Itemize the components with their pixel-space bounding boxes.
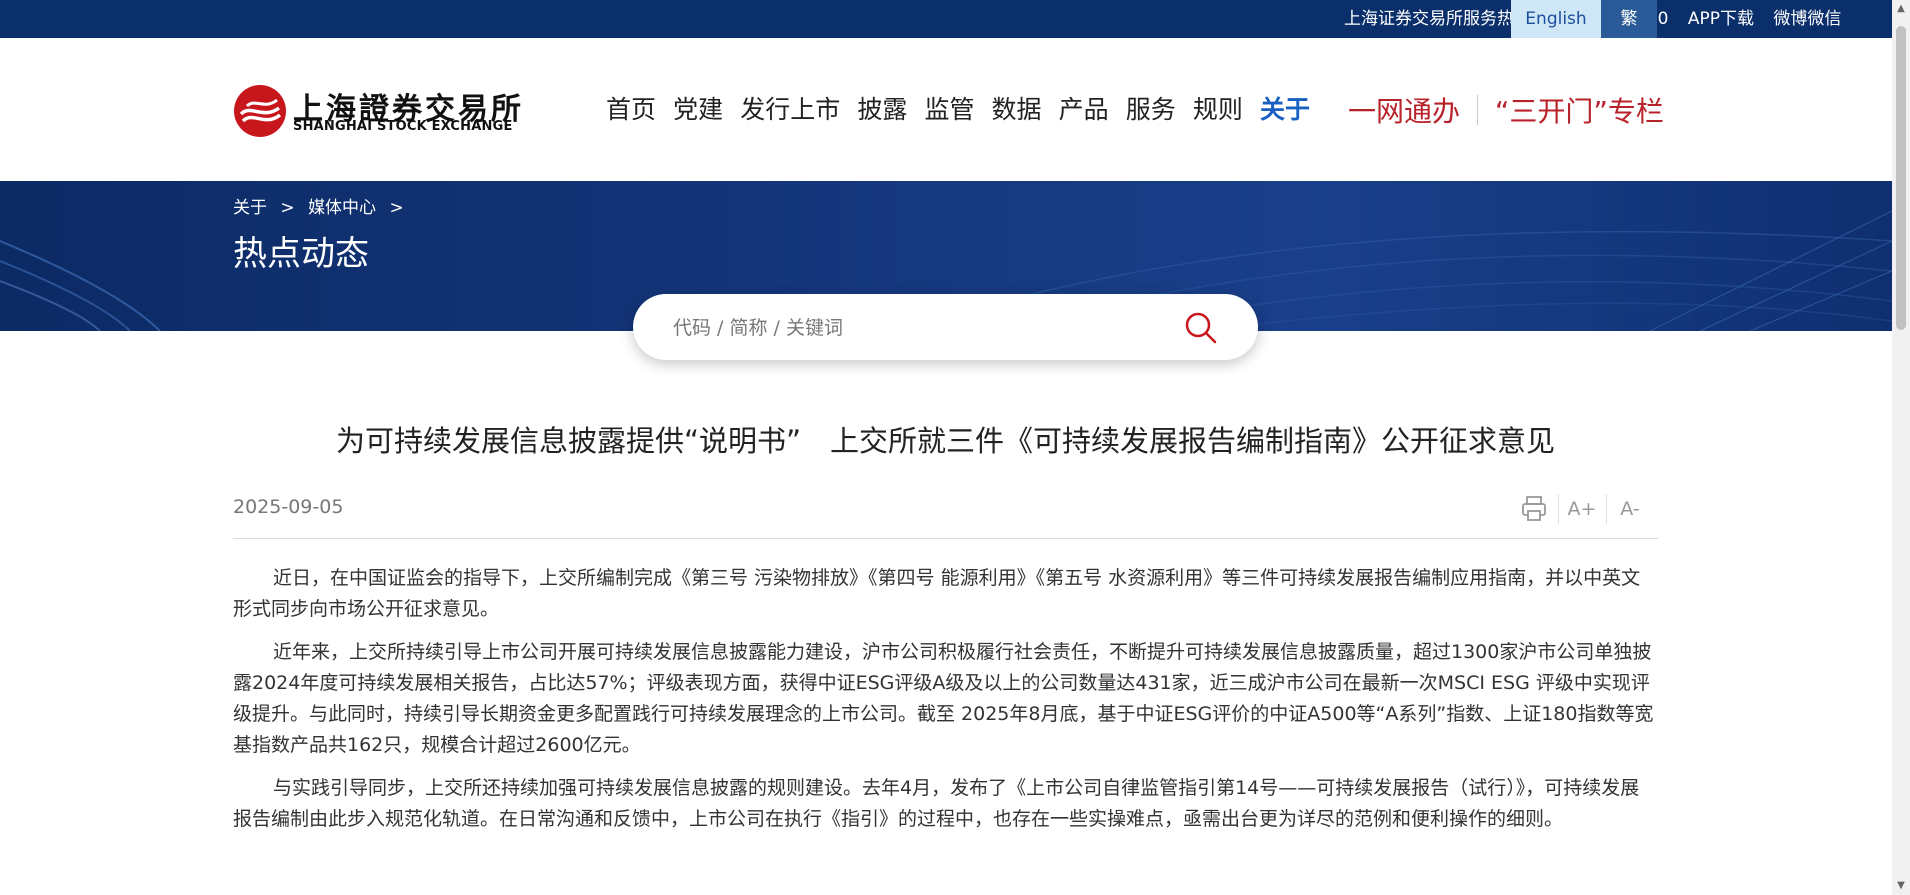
logo-english-name: SHANGHAI STOCK EXCHANGE [293,119,513,134]
breadcrumb-separator: > [389,198,404,218]
search-input[interactable] [671,308,1135,348]
nav-item-regulation[interactable]: 监管 [924,95,974,124]
top-bar: 上海证券交易所服务热线：400-8888-400 APP下载 微博微信 Engl… [0,0,1892,38]
page-title: 热点动态 [233,234,369,274]
scroll-up-arrow-icon[interactable]: ▲ [1892,0,1910,18]
tools-divider [1558,494,1559,524]
app-download-link[interactable]: APP下载 [1688,9,1754,29]
nav-item-party[interactable]: 党建 [673,95,723,124]
three-open-doors-link[interactable]: “三开门”专栏 [1495,95,1664,128]
breadcrumb-item-about[interactable]: 关于 [233,198,267,218]
nav-item-products[interactable]: 产品 [1059,95,1109,124]
search-box [633,294,1258,360]
traditional-chinese-button[interactable]: 繁 [1601,0,1657,38]
print-icon[interactable] [1518,492,1550,526]
tools-divider [1606,494,1607,524]
font-decrease-button[interactable]: A- [1614,492,1646,526]
article-meta: 2025-09-05 A+ A- [233,492,1658,539]
nav-item-listing[interactable]: 发行上市 [740,95,840,124]
site-header: 上海證券交易所 SHANGHAI STOCK EXCHANGE 首页 党建 发行… [0,38,1892,181]
quick-links: 一网通办 “三开门”专栏 [1348,90,1664,130]
page-scrollbar[interactable]: ▲ ▼ [1892,0,1910,895]
nav-item-home[interactable]: 首页 [606,95,656,124]
article-paragraph: 近日，在中国证监会的指导下，上交所编制完成《第三号 污染物排放》《第四号 能源利… [233,567,1641,620]
weibo-wechat-link[interactable]: 微博微信 [1773,9,1841,29]
sse-logo[interactable]: 上海證券交易所 SHANGHAI STOCK EXCHANGE [233,84,521,138]
main-nav: 首页 党建 发行上市 披露 监管 数据 产品 服务 规则 关于 [606,90,1322,130]
breadcrumb-separator: > [280,198,295,218]
sse-logo-mark-icon [234,85,286,137]
nav-item-disclosure[interactable]: 披露 [857,95,907,124]
article-title: 为可持续发展信息披露提供“说明书” 上交所就三件《可持续发展报告编制指南》公开征… [335,424,1556,458]
font-increase-button[interactable]: A+ [1566,492,1598,526]
article-date: 2025-09-05 [233,496,344,518]
nav-item-about[interactable]: 关于 [1260,95,1310,124]
article-paragraph: 近年来，上交所持续引导上市公司开展可持续发展信息披露能力建设，沪市公司积极履行社… [233,641,1654,756]
article-paragraph: 与实践引导同步，上交所还持续加强可持续发展信息披露的规则建设。去年4月，发布了《… [233,777,1640,830]
search-icon[interactable] [1183,310,1219,346]
nav-item-rules[interactable]: 规则 [1193,95,1243,124]
nav-item-data[interactable]: 数据 [992,95,1042,124]
article-tools: A+ A- [1518,492,1648,526]
nav-item-services[interactable]: 服务 [1126,95,1176,124]
english-language-button[interactable]: English [1511,0,1601,38]
breadcrumb: 关于 > 媒体中心 > [233,193,412,218]
one-stop-service-link[interactable]: 一网通办 [1348,95,1460,128]
scroll-down-arrow-icon[interactable]: ▼ [1892,877,1910,895]
article-body: 近日，在中国证监会的指导下，上交所编制完成《第三号 污染物排放》《第四号 能源利… [233,563,1658,847]
scrollbar-thumb[interactable] [1896,26,1906,330]
quick-links-divider [1476,95,1478,125]
breadcrumb-item-media-center[interactable]: 媒体中心 [308,198,376,218]
